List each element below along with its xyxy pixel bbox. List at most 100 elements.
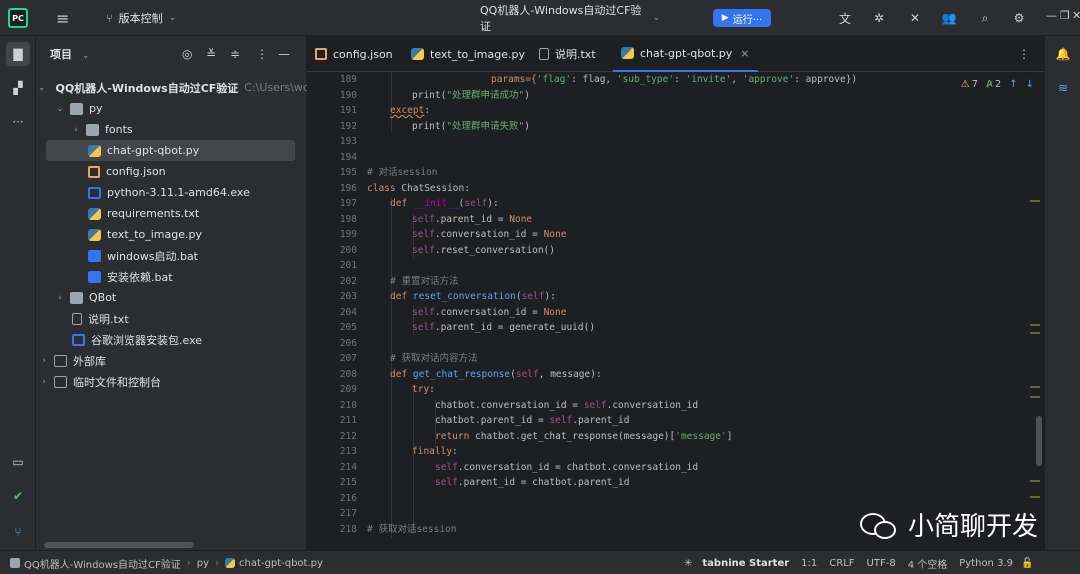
tab-label: chat-gpt-qbot.py — [640, 46, 733, 60]
tab-chat-gpt-qbot[interactable]: chat-gpt-qbot.py × — [613, 36, 758, 72]
tab-text-to-image[interactable]: text_to_image.py — [411, 36, 525, 72]
vertical-scrollbar[interactable] — [1036, 416, 1042, 466]
tree-item-label: 外部库 — [73, 354, 106, 368]
close-tab-icon[interactable]: × — [740, 47, 749, 60]
run-button[interactable]: ▶ 运行··· — [713, 9, 771, 27]
python-file-icon — [88, 228, 101, 241]
maximize-icon[interactable]: ❐ — [1060, 9, 1070, 22]
options-icon[interactable]: ⋮ — [256, 47, 268, 61]
indent-setting[interactable]: 4 个空格 — [908, 556, 948, 571]
settings-icon[interactable]: ⚙ — [1010, 9, 1028, 27]
tree-item-chrome-installer[interactable]: 谷歌浏览器安装包.exe — [36, 329, 307, 350]
chevron-down-icon[interactable]: ⌄ — [38, 83, 46, 93]
project-selector[interactable]: QQ机器人-Windows自动过CF验证 ⌄ — [480, 0, 660, 36]
tab-label: text_to_image.py — [430, 47, 526, 61]
code-line-199: self.conversation_id = None — [412, 229, 567, 240]
caret-position[interactable]: 1:1 — [801, 558, 817, 569]
ai-assistant-icon[interactable]: ✲ — [870, 9, 888, 27]
tree-item-chat-gpt-qbot[interactable]: chat-gpt-qbot.py — [46, 140, 295, 161]
project-panel-title[interactable]: 项目 ⌄ — [50, 46, 89, 62]
hide-icon[interactable]: — — [278, 47, 290, 61]
tree-item-readme-txt[interactable]: 说明.txt — [36, 308, 307, 329]
close-window-icon[interactable]: ✕ — [1072, 9, 1080, 22]
tree-item-qbot[interactable]: › QBot — [36, 287, 307, 308]
tab-label: 说明.txt — [555, 48, 596, 61]
watermark: 小简聊开发 — [860, 506, 1038, 543]
error-stripe-marker[interactable] — [1030, 496, 1040, 498]
branch-icon: ⑂ — [106, 11, 113, 25]
git-icon[interactable]: ⑂ — [6, 520, 30, 544]
structure-icon[interactable]: ▞ — [6, 76, 30, 100]
code-line-218: # 获取对话session — [367, 523, 457, 535]
tree-item-python-installer[interactable]: python-3.11.1-amd64.exe — [36, 182, 307, 203]
bat-file-icon — [88, 249, 101, 262]
tree-item-windows-start-bat[interactable]: windows启动.bat — [36, 245, 307, 266]
python-interpreter[interactable]: Python 3.9 — [959, 558, 1013, 569]
line-number: 209 — [339, 384, 357, 395]
status-right: ✳ tabnine Starter 1:1 CRLF UTF-8 4 个空格 P… — [684, 551, 1033, 574]
terminal-icon[interactable]: ▭ — [6, 450, 30, 474]
project-tool-icon[interactable]: ▇ — [6, 42, 30, 66]
tools-icon[interactable]: ✕ — [906, 9, 924, 27]
line-number: 190 — [339, 89, 357, 101]
tree-item-py[interactable]: ⌄ py — [36, 98, 307, 119]
tree-item-text-to-image[interactable]: text_to_image.py — [36, 224, 307, 245]
tab-config-json[interactable]: config.json — [315, 36, 393, 72]
chevron-right-icon: › — [215, 557, 219, 569]
tree-item-config-json[interactable]: config.json — [36, 161, 307, 182]
chevron-right-icon[interactable]: › — [38, 356, 50, 366]
code-line-204: self.conversation_id = None — [412, 306, 567, 318]
code-area[interactable]: params={'flag': flag, 'sub_type': 'invit… — [367, 72, 1027, 550]
more-options-icon[interactable]: ⋮ — [1018, 47, 1030, 61]
locate-icon[interactable]: ◎ — [182, 47, 192, 61]
chevron-right-icon[interactable]: › — [38, 377, 50, 387]
app-logo[interactable]: PC — [8, 8, 28, 28]
database-icon[interactable]: ≋ — [1051, 76, 1075, 100]
tree-item-requirements[interactable]: requirements.txt — [36, 203, 307, 224]
line-number: 198 — [339, 213, 357, 225]
line-number: 215 — [339, 477, 357, 488]
code-line-196: class ChatSession: — [367, 182, 470, 194]
error-stripe-marker[interactable] — [1030, 396, 1040, 398]
code-with-me-icon[interactable]: 👥 — [940, 9, 958, 27]
chevron-right-icon[interactable]: › — [70, 125, 82, 135]
tree-item-install-deps-bat[interactable]: 安装依赖.bat — [36, 266, 307, 287]
error-stripe-marker[interactable] — [1030, 480, 1040, 482]
breadcrumb-file[interactable]: chat-gpt-qbot.py — [239, 558, 323, 569]
horizontal-scrollbar[interactable] — [44, 542, 194, 548]
problems-check-icon[interactable]: ✔ — [6, 484, 30, 508]
tab-readme[interactable]: 说明.txt — [539, 36, 596, 72]
error-stripe-marker[interactable] — [1030, 386, 1040, 388]
more-tools-icon[interactable]: ··· — [6, 110, 30, 134]
vcs-menu[interactable]: ⑂ 版本控制 ⌄ — [106, 0, 176, 36]
tabnine-widget[interactable]: tabnine Starter — [702, 558, 789, 569]
breadcrumb-folder[interactable]: py — [197, 558, 209, 569]
expand-all-icon[interactable]: ≚ — [206, 47, 216, 61]
line-separator[interactable]: CRLF — [829, 558, 854, 569]
file-encoding[interactable]: UTF-8 — [867, 558, 896, 569]
search-icon[interactable]: ⌕ — [976, 9, 994, 27]
tree-item-project-root[interactable]: ⌄ QQ机器人-Windows自动过CF验证 C:\Users\woo-m — [36, 77, 331, 98]
line-number: 192 — [339, 120, 357, 132]
breadcrumb-project[interactable]: QQ机器人-Windows自动过CF验证 — [24, 556, 181, 571]
breadcrumb: QQ机器人-Windows自动过CF验证 › py › chat-gpt-qbo… — [10, 551, 323, 574]
main-menu-icon[interactable]: ≡ — [56, 0, 69, 36]
minimize-icon[interactable]: — — [1046, 9, 1057, 22]
lock-icon[interactable]: 🔓 — [1021, 558, 1033, 569]
line-number: 195 — [339, 167, 357, 178]
right-tool-bar: 🔔 ≋ — [1044, 36, 1080, 550]
tree-item-external-libraries[interactable]: › 外部库 — [36, 350, 307, 371]
tree-item-scratches[interactable]: › 临时文件和控制台 — [36, 371, 307, 392]
tree-item-label: 谷歌浏览器安装包.exe — [91, 333, 203, 347]
error-stripe-marker[interactable] — [1030, 332, 1040, 334]
error-stripe-marker[interactable] — [1030, 200, 1040, 202]
notifications-icon[interactable]: 🔔 — [1051, 42, 1075, 66]
chevron-right-icon[interactable]: › — [54, 293, 66, 303]
chevron-down-icon[interactable]: ⌄ — [54, 104, 66, 114]
translate-icon[interactable]: 文 — [836, 9, 854, 27]
chevron-down-icon: ⌄ — [168, 13, 177, 23]
collapse-all-icon[interactable]: ≑ — [230, 47, 240, 61]
run-label: 运行··· — [732, 14, 763, 26]
tree-item-fonts[interactable]: › fonts — [36, 119, 307, 140]
error-stripe-marker[interactable] — [1030, 324, 1040, 326]
